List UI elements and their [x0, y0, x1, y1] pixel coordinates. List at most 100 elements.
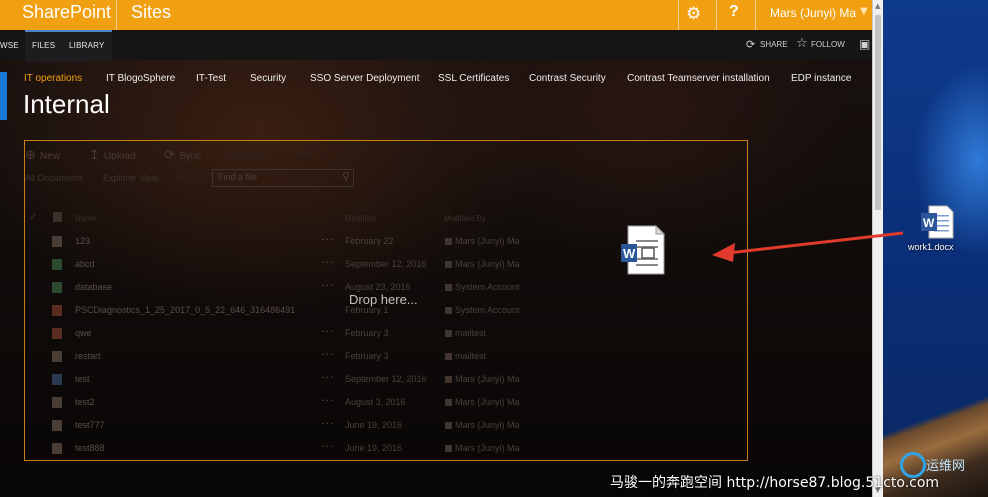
file-name-link[interactable]: restart	[75, 351, 101, 361]
nav-item-it-blogosphere[interactable]: IT BlogoSphere	[106, 73, 175, 84]
file-name-link[interactable]: test777	[75, 420, 105, 430]
table-row[interactable]: test2 ··· August 3, 2016 Mars (Junyi) Ma	[25, 392, 747, 414]
nav-item-contrast-security[interactable]: Contrast Security	[529, 73, 606, 84]
share-button[interactable]: SHARE	[760, 30, 788, 60]
modified-by[interactable]: System Account	[455, 305, 520, 315]
item-menu-ellipsis[interactable]: ···	[321, 371, 335, 384]
svg-text:W: W	[923, 216, 935, 230]
sync-button[interactable]: ⟳ Sync	[164, 147, 201, 163]
item-menu-ellipsis[interactable]: ···	[321, 440, 335, 453]
ribbon-bar: WSE FILES LIBRARY ⟳ SHARE ☆ FOLLOW ▣	[0, 30, 872, 62]
tab-browse[interactable]: WSE	[0, 30, 19, 60]
search-icon[interactable]: ⚲	[342, 170, 350, 183]
item-menu-ellipsis[interactable]: ···	[321, 348, 335, 361]
find-file-input[interactable]: Find a file ⚲	[212, 169, 354, 187]
more-label: More	[293, 147, 316, 158]
nav-item-it-test[interactable]: IT-Test	[196, 73, 226, 84]
document-library-dropzone[interactable]: ⊕ New ↥ Upload ⟳ Sync ⟳ Share More ⌄ All Doc…	[24, 140, 748, 461]
modified-date: February 3	[345, 328, 389, 338]
table-row[interactable]: test777 ··· June 19, 2016 Mars (Junyi) M…	[25, 415, 747, 437]
table-row[interactable]: qwe ··· February 3 mailtest	[25, 323, 747, 345]
drop-here-text: Drop here...	[349, 292, 418, 307]
item-menu-ellipsis[interactable]: ···	[321, 417, 335, 430]
word-file-icon[interactable]: W	[920, 205, 954, 239]
user-menu[interactable]: Mars (Junyi) Ma	[770, 6, 856, 20]
modified-by[interactable]: Mars (Junyi) Ma	[455, 236, 520, 246]
tab-library[interactable]: LIBRARY	[62, 30, 112, 62]
column-header-modified[interactable]: Modified	[345, 214, 375, 223]
desktop-file-label[interactable]: work1.docx	[908, 242, 954, 252]
nav-item-security[interactable]: Security	[250, 73, 286, 84]
modified-by[interactable]: Mars (Junyi) Ma	[455, 420, 520, 430]
document-icon	[52, 351, 62, 362]
modified-date: February 22	[345, 236, 394, 246]
file-name-link[interactable]: test888	[75, 443, 105, 453]
modified-by[interactable]: System Account	[455, 282, 520, 292]
item-menu-ellipsis[interactable]: ···	[321, 325, 335, 338]
new-label: New	[39, 151, 60, 162]
presence-icon	[445, 399, 452, 406]
column-header-modified-by[interactable]: Modified By	[444, 214, 486, 223]
modified-by[interactable]: Mars (Junyi) Ma	[455, 374, 520, 384]
view-explorer[interactable]: Explorer View	[103, 173, 158, 183]
share-command-button[interactable]: ⟳ Share	[227, 147, 269, 163]
table-row[interactable]: restart ··· February 3 mailtest	[25, 346, 747, 368]
document-icon	[52, 443, 62, 454]
table-row[interactable]: test888 ··· June 19, 2016 Mars (Junyi) M…	[25, 438, 747, 460]
view-more-ellipsis[interactable]: ···	[177, 170, 189, 184]
focus-mode-icon[interactable]: ▣	[859, 37, 870, 51]
modified-by[interactable]: mailtest	[455, 351, 486, 361]
sites-link[interactable]: Sites	[131, 2, 171, 23]
file-name-link[interactable]: PSCDiagnostics_1_25_2017_0_5_22_646_3164…	[75, 305, 295, 315]
presence-icon	[445, 376, 452, 383]
star-icon[interactable]: ☆	[796, 36, 808, 51]
chevron-down-icon[interactable]: ▼	[860, 6, 868, 17]
file-name-link[interactable]: 123	[75, 236, 90, 246]
more-button[interactable]: More ⌄	[293, 147, 327, 158]
file-name-link[interactable]: abcd	[75, 259, 95, 269]
modified-by[interactable]: Mars (Junyi) Ma	[455, 443, 520, 453]
new-button[interactable]: ⊕ New	[25, 147, 60, 163]
nav-item-edp-instance[interactable]: EDP instance	[791, 73, 851, 84]
table-row[interactable]: test ··· September 12, 2016 Mars (Junyi)…	[25, 369, 747, 391]
document-icon	[52, 420, 62, 431]
item-menu-ellipsis[interactable]: ···	[321, 233, 335, 246]
help-button[interactable]: ?	[729, 3, 739, 21]
modified-date: June 19, 2016	[345, 420, 403, 430]
powerpoint-file-icon	[52, 328, 62, 339]
svg-text:W: W	[623, 246, 636, 261]
scroll-up-arrow-icon[interactable]: ▲	[875, 2, 880, 10]
file-name-link[interactable]: test2	[75, 397, 95, 407]
share-icon: ⟳	[227, 147, 238, 162]
nav-item-it-operations[interactable]: IT operations	[24, 73, 82, 84]
file-name-link[interactable]: qwe	[75, 328, 92, 338]
follow-button[interactable]: FOLLOW	[811, 30, 845, 60]
find-file-placeholder: Find a file	[218, 172, 258, 182]
file-name-link[interactable]: database	[75, 282, 112, 292]
share-icon[interactable]: ⟳	[746, 38, 755, 51]
file-name-link[interactable]: test	[75, 374, 90, 384]
gear-icon[interactable]: ⚙	[686, 4, 701, 24]
nav-item-ssl-certificates[interactable]: SSL Certificates	[438, 73, 509, 84]
nav-item-contrast-teamserver[interactable]: Contrast Teamserver installation	[627, 73, 770, 84]
upload-icon: ↥	[89, 147, 100, 162]
modified-date: August 3, 2016	[345, 397, 406, 407]
file-type-header-icon	[53, 212, 62, 222]
modified-by[interactable]: Mars (Junyi) Ma	[455, 397, 520, 407]
tab-files[interactable]: FILES	[25, 30, 63, 62]
scrollbar-thumb[interactable]	[875, 15, 881, 210]
suite-bar-divider	[116, 0, 117, 30]
upload-button[interactable]: ↥ Upload	[89, 147, 136, 163]
nav-item-sso-server-deployment[interactable]: SSO Server Deployment	[310, 73, 420, 84]
view-all-documents[interactable]: All Documents	[25, 173, 83, 183]
column-header-name[interactable]: Name	[75, 214, 96, 223]
modified-date: August 23, 2016	[345, 282, 411, 292]
select-all-check-icon[interactable]: ✓	[29, 212, 37, 223]
item-menu-ellipsis[interactable]: ···	[321, 256, 335, 269]
sharepoint-brand-link[interactable]: SharePoint	[22, 2, 111, 23]
dragged-word-file-icon: W	[621, 224, 666, 275]
modified-by[interactable]: mailtest	[455, 328, 486, 338]
item-menu-ellipsis[interactable]: ···	[321, 394, 335, 407]
modified-by[interactable]: Mars (Junyi) Ma	[455, 259, 520, 269]
item-menu-ellipsis[interactable]: ···	[321, 279, 335, 292]
